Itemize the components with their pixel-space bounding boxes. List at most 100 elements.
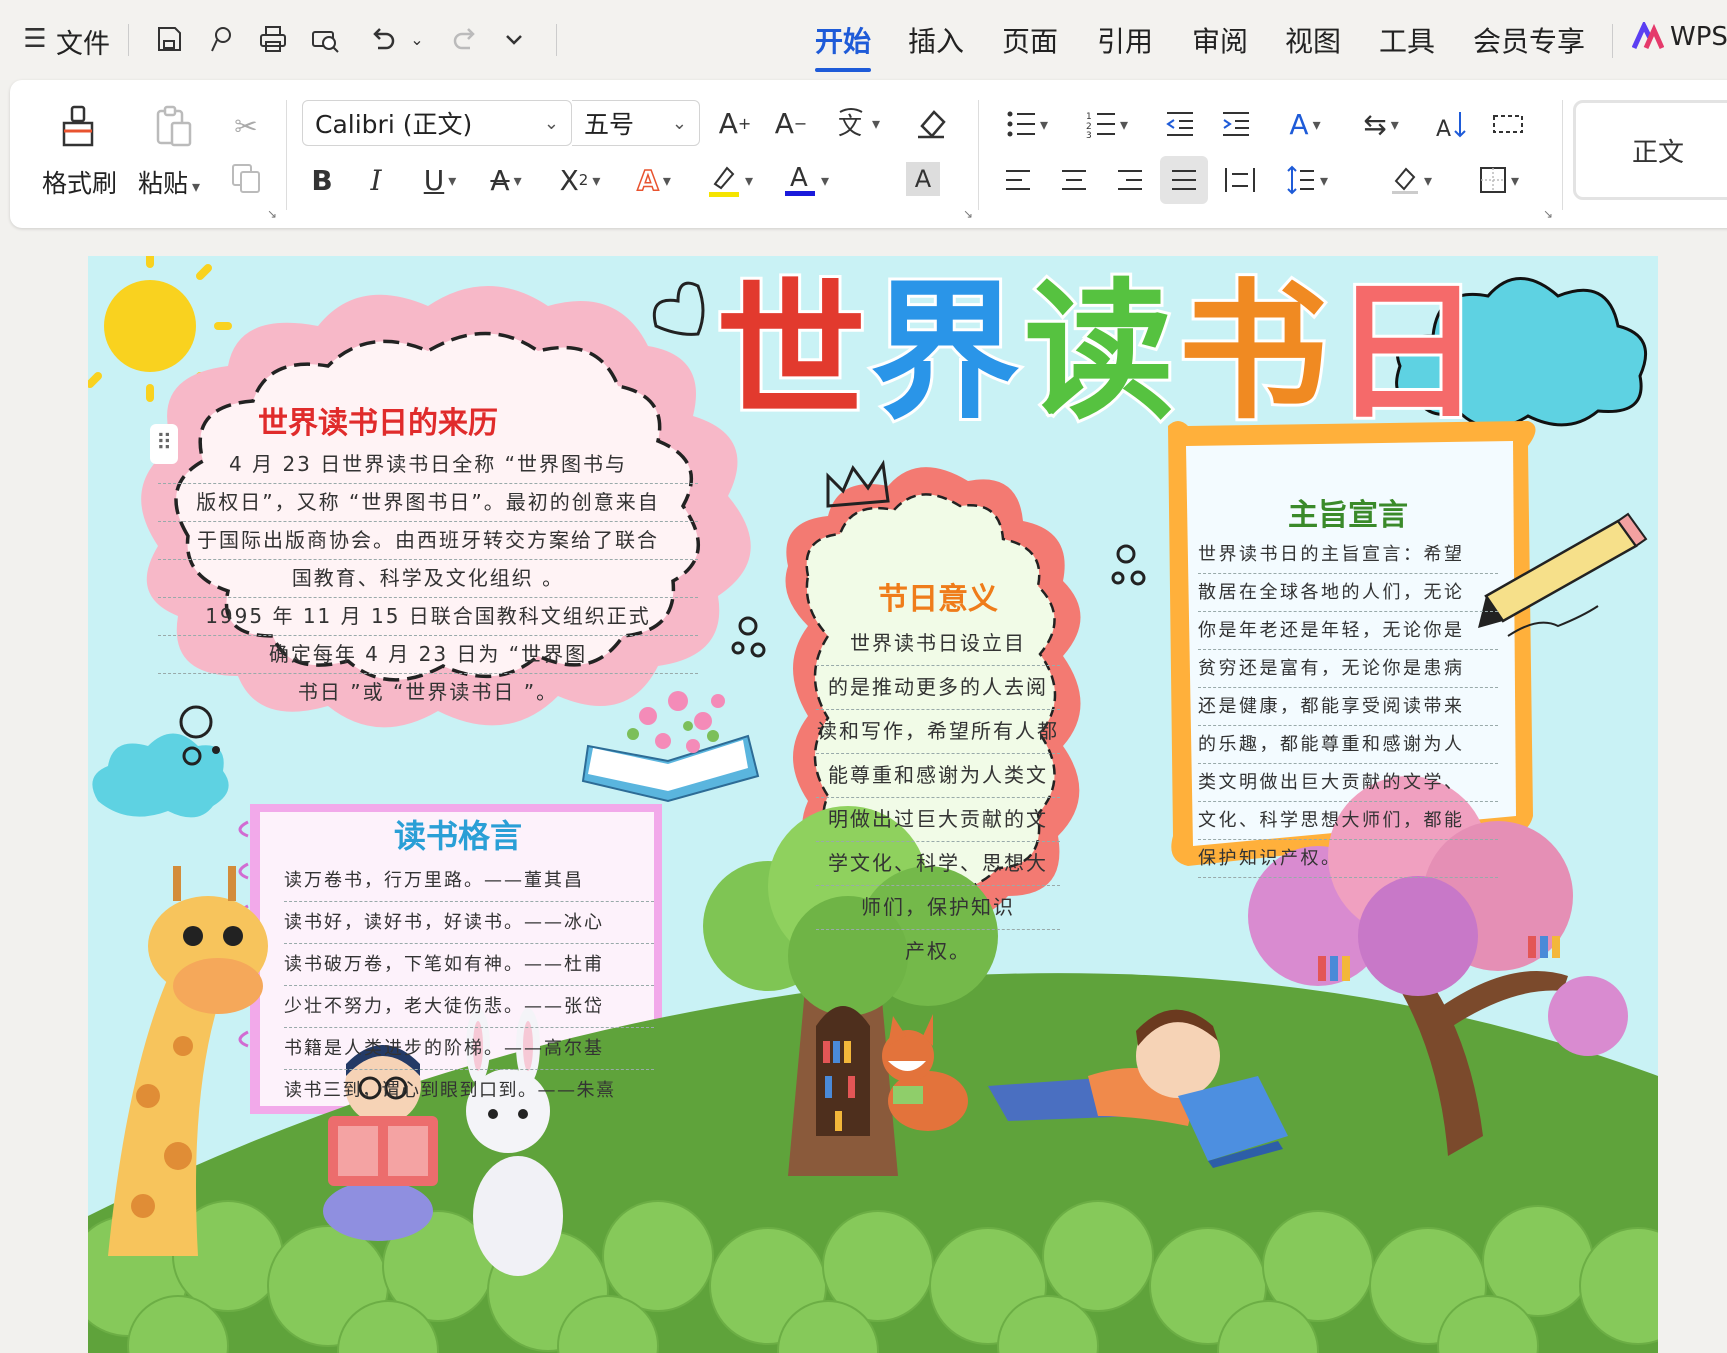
more-dropdown-icon[interactable] [497, 22, 531, 56]
line-spacing-icon[interactable]: ▾ [1276, 158, 1338, 202]
save-icon[interactable] [152, 22, 186, 56]
tab-tools[interactable]: 工具 [1379, 20, 1435, 60]
borders-icon[interactable]: ▾ [1468, 158, 1530, 202]
italic-icon[interactable]: I [356, 160, 396, 200]
meaning-line: 能尊重和感谢为人类文 [816, 754, 1060, 798]
align-left-icon[interactable] [996, 158, 1040, 202]
wps-ai-button[interactable]: WPS [1632, 22, 1727, 52]
decrease-indent-icon[interactable] [1158, 102, 1202, 146]
history-line: 确定每年 4 月 23 日为 “世界图 [158, 636, 698, 674]
tab-start[interactable]: 开始 [815, 20, 872, 72]
font-name-combo[interactable]: Calibri (正文) ⌄ [302, 100, 572, 146]
format-painter-label[interactable]: 格式刷 [42, 164, 117, 200]
tab-references[interactable]: 引用 [1097, 20, 1153, 60]
strikethrough-icon[interactable]: A ▾ [476, 160, 536, 200]
export-pdf-icon[interactable] [204, 22, 238, 56]
paragraph-launcher-icon[interactable]: ↘ [1540, 206, 1556, 222]
style-normal[interactable]: 正文 [1573, 100, 1727, 200]
justify-icon[interactable] [1160, 156, 1208, 204]
increase-indent-icon[interactable] [1214, 102, 1258, 146]
quote-line: 书籍是人类进步的阶梯。——高尔基 [284, 1028, 654, 1070]
history-line: 国教育、科学及文化组织 。 [158, 560, 698, 598]
tab-view[interactable]: 视图 [1285, 20, 1341, 60]
text-effect-icon[interactable]: A ▾ [624, 160, 684, 200]
history-body[interactable]: 4 月 23 日世界读书日全称 “世界图书与 版权日”，又称 “世界图书日”。最… [158, 446, 698, 711]
align-right-icon[interactable] [1108, 158, 1152, 202]
document-page[interactable]: 世 界 读 书 日 ⠿ 世界读书日的来历 4 月 23 日世界读书日全称 “世界… [88, 256, 1658, 1353]
clipboard-launcher-icon[interactable]: ↘ [264, 206, 280, 222]
distribute-icon[interactable] [1218, 158, 1262, 202]
meaning-body[interactable]: 世界读书日设立目 的是推动更多的人去阅 读和写作，希望所有人都 能尊重和感谢为人… [816, 622, 1060, 973]
chevron-down-icon[interactable]: ⌄ [672, 113, 687, 134]
svg-text:3: 3 [1086, 131, 1092, 138]
divider [128, 24, 129, 56]
font-size-combo[interactable]: 五号 ⌄ [572, 100, 700, 146]
text-direction-icon[interactable]: A ▾ [1274, 102, 1336, 146]
superscript-icon[interactable]: X 2 ▾ [550, 160, 610, 200]
sort-icon[interactable]: A [1430, 102, 1474, 146]
quote-line: 读书好，读好书，好读书。——冰心 [284, 902, 654, 944]
sort-direction-icon[interactable]: ⇆ ▾ [1350, 102, 1412, 146]
quotes-body[interactable]: 读万卷书，行万里路。——董其昌 读书好，读好书，好读书。——冰心 读书破万卷，下… [284, 860, 654, 1111]
tab-review[interactable]: 审阅 [1192, 20, 1248, 60]
title-char: 日 [1329, 266, 1485, 440]
heart-doodle-icon [652, 281, 705, 336]
paragraph-shading-icon[interactable]: ▾ [1380, 158, 1442, 202]
copy-icon [226, 158, 266, 198]
numbered-list-icon[interactable]: 1 2 3 ▾ [1076, 102, 1138, 146]
clear-format-icon[interactable] [908, 100, 954, 146]
quotes-heading: 读书格言 [393, 817, 522, 855]
font-name-value: Calibri (正文) [315, 110, 473, 139]
tab-member[interactable]: 会员专享 [1473, 20, 1585, 60]
meaning-heading: 节日意义 [878, 582, 998, 617]
font-launcher-icon[interactable]: ↘ [960, 206, 976, 222]
undo-icon[interactable] [366, 22, 400, 56]
wps-logo-icon [1632, 22, 1664, 50]
title-char: 书 [1175, 266, 1331, 440]
divider [286, 100, 287, 210]
divider [556, 24, 557, 56]
chevron-down-icon[interactable]: ⌄ [544, 113, 559, 134]
tab-insert[interactable]: 插入 [908, 20, 964, 60]
ribbon: 格式刷 粘贴 ▾ ✂ ↘ Calibri (正文) ⌄ 五号 ⌄ A + A − 文 … [10, 80, 1727, 228]
meaning-line: 产权。 [905, 939, 971, 963]
menu-bar: ☰ 文件 ⌄ 开始 插入 页面 引用 审阅 视图 工具 会员专享 WPS [0, 0, 1727, 80]
grow-font-icon[interactable]: A + [712, 100, 758, 146]
align-center-icon[interactable] [1052, 158, 1096, 202]
tab-page[interactable]: 页面 [1002, 20, 1058, 60]
cut-icon: ✂ [234, 109, 258, 143]
print-icon[interactable] [256, 22, 290, 56]
quote-line: 读书破万卷，下笔如有神。——杜甫 [284, 944, 654, 986]
menu-icon[interactable]: ☰ [18, 22, 52, 56]
font-color-icon[interactable]: A ▾ [776, 158, 836, 202]
print-preview-icon[interactable] [308, 22, 342, 56]
declaration-line: 文化、科学思想大师们，都能 [1198, 802, 1498, 840]
underline-icon[interactable]: U ▾ [410, 160, 470, 200]
paste-label[interactable]: 粘贴 ▾ [138, 164, 200, 200]
char-shading-icon[interactable]: A [906, 162, 940, 196]
svg-text:1: 1 [1086, 112, 1092, 122]
declaration-line: 类文明做出巨大贡献的文学、 [1198, 764, 1498, 802]
meaning-line: 学文化、科学、思想大 [816, 842, 1060, 886]
meaning-line: 的是推动更多的人去阅 [816, 666, 1060, 710]
declaration-line: 世界读书日的主旨宣言：希望 [1198, 536, 1498, 574]
declaration-line: 的乐趣，都能尊重和感谢为人 [1198, 726, 1498, 764]
bold-icon[interactable]: B [302, 160, 342, 200]
paste-icon[interactable] [150, 102, 198, 150]
phonetic-guide-icon[interactable]: 文 ▾ [824, 100, 890, 146]
declaration-body[interactable]: 世界读书日的主旨宣言：希望 散居在全球各地的人们，无论 你是年老还是年轻，无论你… [1198, 536, 1498, 878]
undo-dropdown-icon[interactable]: ⌄ [400, 22, 434, 56]
highlight-icon[interactable]: ▾ [700, 158, 760, 202]
divider [978, 100, 979, 210]
poster-title: 世 界 读 书 日 [713, 266, 1485, 440]
bullet-list-icon[interactable]: ▾ [996, 102, 1058, 146]
file-menu[interactable]: 文件 [56, 22, 110, 61]
shrink-font-icon[interactable]: A − [768, 100, 814, 146]
format-painter-icon[interactable] [54, 102, 102, 150]
show-marks-icon[interactable] [1486, 102, 1530, 146]
svg-text:A: A [1436, 117, 1451, 140]
svg-text:A: A [790, 163, 808, 193]
style-normal-label: 正文 [1631, 137, 1684, 168]
title-char: 世 [713, 266, 869, 440]
divider [1562, 100, 1563, 210]
